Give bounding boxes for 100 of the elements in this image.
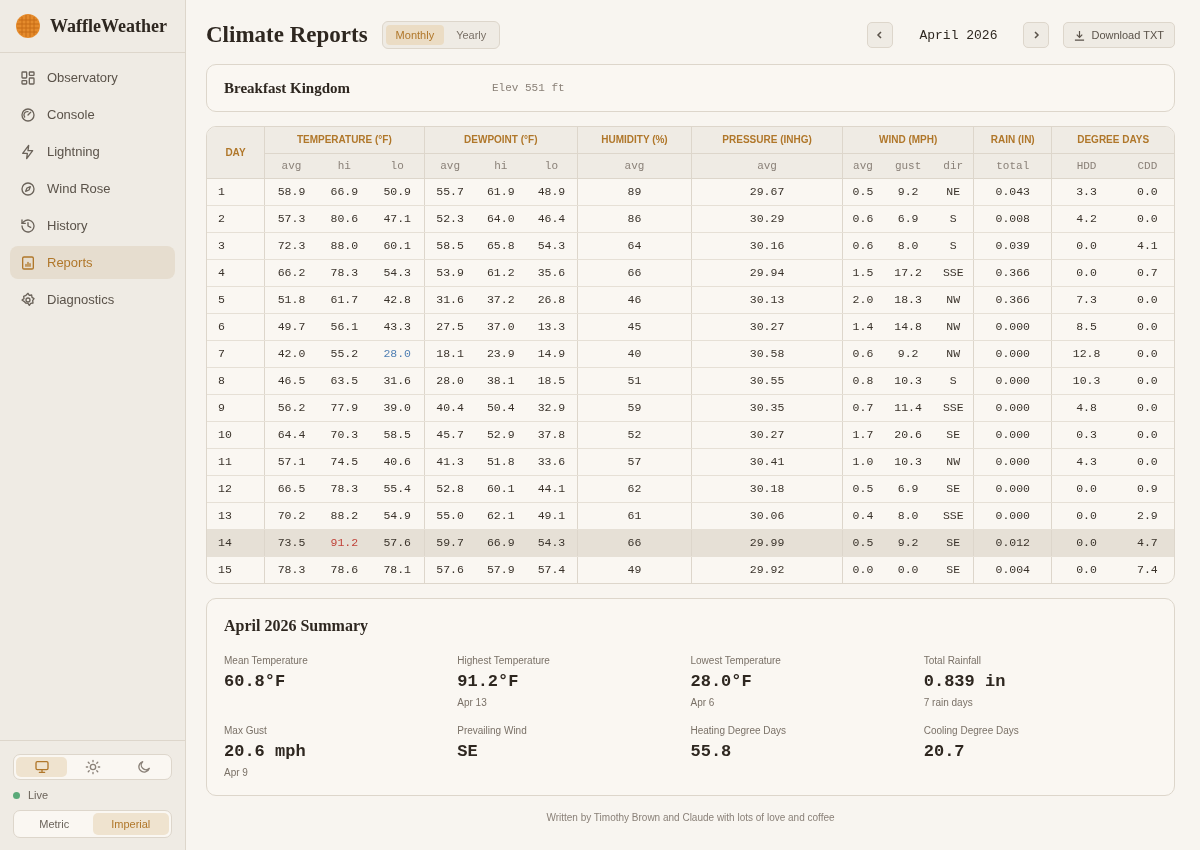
table-cell: 55.4 — [383, 482, 411, 495]
table-cell: 0.0 — [1137, 455, 1158, 468]
nav-item[interactable]: Diagnostics — [10, 283, 175, 316]
stat-label: Prevailing Wind — [457, 725, 528, 736]
table-cell: 0.0 — [1137, 212, 1158, 225]
table-cell: 10 — [218, 428, 232, 441]
stat-note: Apr 6 — [690, 697, 716, 708]
table-cell: 49.1 — [537, 509, 566, 522]
settings-icon — [20, 291, 36, 308]
station-elevation: Elev 551 ft — [492, 82, 565, 94]
table-cell: 88.2 — [330, 509, 359, 522]
table-cell: 3.3 — [1076, 185, 1097, 198]
next-month-button[interactable] — [1023, 22, 1050, 48]
table-row[interactable]: 14 73.5 91.2 57.6 59.7 66.9 54.3 66 29.99 0.5 9.2 SE 0.012 0.0 4.7 — [207, 529, 1174, 557]
table-cell: 35.6 — [537, 266, 566, 279]
column-header: PRESSURE (INHG) — [691, 127, 843, 154]
sun-icon — [84, 759, 101, 775]
table-cell: 1 — [218, 185, 225, 198]
table-cell: 47.1 — [383, 212, 411, 225]
table-row[interactable]: 5 51.8 61.7 42.8 31.6 37.2 26.8 46 30.13 2.0 18.3 NW 0.366 7.3 0.0 — [207, 286, 1174, 314]
nav-item[interactable]: Observatory — [10, 61, 175, 94]
table-row[interactable]: 15 78.3 78.6 78.1 57.6 57.9 57.4 49 29.92 0.0 0.0 SE 0.004 0.0 7.4 — [207, 556, 1174, 583]
table-cell: 66.5 — [277, 482, 306, 495]
table-cell: 30.35 — [749, 401, 785, 414]
stat-label: Cooling Degree Days — [923, 725, 1020, 736]
table-cell: 0.0 — [1137, 428, 1158, 441]
table-cell: 78.3 — [330, 482, 359, 495]
table-cell: 52 — [627, 428, 642, 441]
table-cell: 52.3 — [436, 212, 464, 225]
lightning-icon — [20, 143, 36, 160]
unit-button[interactable]: Metric — [16, 813, 93, 835]
table-cell: 52.8 — [436, 482, 464, 495]
download-icon — [1074, 29, 1086, 41]
table-cell: 0.0 — [1076, 266, 1097, 279]
table-cell: 59 — [627, 401, 642, 414]
table-cell: 18.5 — [537, 374, 566, 387]
previous-month-button[interactable] — [867, 22, 894, 48]
stat-value: 55.8 — [690, 742, 733, 761]
table-cell: 40.4 — [436, 401, 464, 414]
table-cell: 64.4 — [277, 428, 306, 441]
table-cell: 27.5 — [436, 320, 464, 333]
table-row[interactable]: 8 46.5 63.5 31.6 28.0 38.1 18.5 51 30.55 0.8 10.3 S 0.000 10.3 0.0 — [207, 367, 1174, 395]
history-icon — [20, 217, 36, 234]
table-cell: 12.8 — [1072, 347, 1101, 360]
table-row[interactable]: 11 57.1 74.5 40.6 41.3 51.8 33.6 57 30.41 1.0 10.3 NW 0.000 4.3 0.0 — [207, 448, 1174, 476]
table-cell: 33.6 — [537, 455, 566, 468]
table-cell: 32.9 — [537, 401, 566, 414]
table-row[interactable]: 1 58.9 66.9 50.9 55.7 61.9 48.9 89 29.67 0.5 9.2 NE 0.043 3.3 0.0 — [207, 178, 1174, 206]
nav-item[interactable]: History — [10, 209, 175, 242]
table-cell: 30.27 — [749, 320, 785, 333]
nav-item[interactable]: Console — [10, 98, 175, 131]
table-row[interactable]: 9 56.2 77.9 39.0 40.4 50.4 32.9 59 30.35 0.7 11.4 SSE 0.000 4.8 0.0 — [207, 394, 1174, 422]
table-cell: 53.9 — [436, 266, 464, 279]
table-cell: 57 — [627, 455, 642, 468]
table-cell: 5 — [218, 293, 225, 306]
table-cell: 88.0 — [330, 239, 359, 252]
table-cell: 30.18 — [749, 482, 785, 495]
table-cell: 78.1 — [383, 563, 411, 576]
stat-value: 20.6 mph — [224, 742, 307, 761]
table-row[interactable]: 6 49.7 56.1 43.3 27.5 37.0 13.3 45 30.27 1.4 14.8 NW 0.000 8.5 0.0 — [207, 313, 1174, 341]
table-row[interactable]: 7 42.0 55.2 28.0 18.1 23.9 14.9 40 30.58 0.6 9.2 NW 0.000 12.8 0.0 — [207, 340, 1174, 368]
download-button[interactable]: Download TXT — [1063, 22, 1175, 48]
column-subheader: dir — [933, 153, 974, 179]
period-label: April 2026 — [918, 27, 999, 43]
table-cell: 0.000 — [995, 401, 1030, 414]
nav-item[interactable]: Lightning — [10, 135, 175, 168]
table-cell: 57.3 — [277, 212, 306, 225]
table-cell: S — [949, 374, 957, 387]
table-cell: 40 — [627, 347, 642, 360]
table-row[interactable]: 4 66.2 78.3 54.3 53.9 61.2 35.6 66 29.94 1.5 17.2 SSE 0.366 0.0 0.7 — [207, 259, 1174, 287]
table-cell: 61.2 — [486, 266, 515, 279]
table-cell: 54.3 — [383, 266, 411, 279]
table-cell: 37.8 — [537, 428, 566, 441]
stat-note: Apr 13 — [457, 697, 488, 708]
column-header: DEWPOINT (°F) — [424, 127, 578, 154]
table-row[interactable]: 10 64.4 70.3 58.5 45.7 52.9 37.8 52 30.27 1.7 20.6 SE 0.000 0.3 0.0 — [207, 421, 1174, 449]
table-cell: 1.7 — [852, 428, 874, 441]
table-cell: 55.7 — [436, 185, 464, 198]
table-cell: 62.1 — [486, 509, 515, 522]
stat-label: Highest Temperature — [457, 655, 551, 666]
table-row[interactable]: 12 66.5 78.3 55.4 52.8 60.1 44.1 62 30.18 0.5 6.9 SE 0.000 0.0 0.9 — [207, 475, 1174, 503]
theme-button[interactable] — [16, 757, 67, 777]
column-subheader: avg — [691, 153, 843, 179]
table-cell: 0.6 — [852, 212, 874, 225]
table-cell: 58.5 — [436, 239, 464, 252]
table-row[interactable]: 3 72.3 88.0 60.1 58.5 65.8 54.3 64 30.16 0.6 8.0 S 0.039 0.0 4.1 — [207, 232, 1174, 260]
table-row[interactable]: 13 70.2 88.2 54.9 55.0 62.1 49.1 61 30.06 0.4 8.0 SSE 0.000 0.0 2.9 — [207, 502, 1174, 530]
table-cell: 2.0 — [852, 293, 874, 306]
stat-label: Total Rainfall — [923, 655, 982, 666]
table-row[interactable]: 2 57.3 80.6 47.1 52.3 64.0 46.4 86 30.29 0.6 6.9 S 0.008 4.2 0.0 — [207, 205, 1174, 233]
table-cell: 0.4 — [852, 509, 874, 522]
table-cell: 51.8 — [277, 293, 306, 306]
report-icon — [20, 254, 36, 271]
table-cell: 78.3 — [330, 266, 359, 279]
table-cell: 61.7 — [330, 293, 359, 306]
period-tab[interactable]: Yearly — [446, 25, 497, 45]
footer-text: Written by Timothy Brown and Claude with lots of love and coffee — [546, 812, 835, 823]
nav-item[interactable]: Wind Rose — [10, 172, 175, 205]
table-cell: 40.6 — [383, 455, 411, 468]
table-cell: 30.06 — [749, 509, 785, 522]
